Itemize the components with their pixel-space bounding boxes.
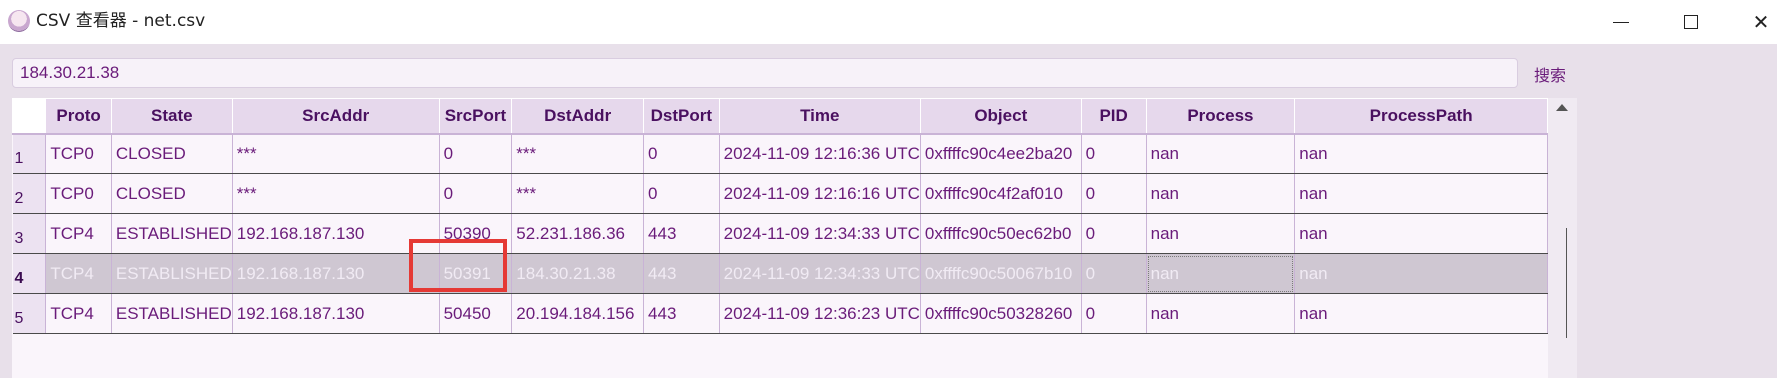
cell-processpath[interactable]: nan	[1294, 213, 1548, 254]
cell-srcaddr[interactable]: 192.168.187.130	[232, 293, 440, 334]
title-bar: CSV 查看器 - net.csv ✕	[0, 0, 1777, 44]
cell-state[interactable]: CLOSED	[111, 133, 233, 174]
row-number[interactable]: 4	[12, 253, 47, 294]
cell-object[interactable]: 0xffffc90c50328260	[920, 293, 1082, 334]
cell-dstaddr[interactable]: 184.30.21.38	[511, 253, 645, 294]
search-input[interactable]	[13, 59, 1517, 87]
column-header-dstport[interactable]: DstPort	[643, 98, 720, 135]
cell-dstport[interactable]: 443	[643, 253, 720, 294]
cell-time[interactable]: 2024-11-09 12:16:16 UTC	[719, 173, 921, 214]
row-number[interactable]: 3	[12, 213, 47, 254]
corner-cell[interactable]	[12, 98, 47, 135]
cell-dstport[interactable]: 0	[643, 133, 720, 174]
cell-object[interactable]: 0xffffc90c4f2af010	[920, 173, 1082, 214]
cell-process[interactable]: nan	[1146, 173, 1296, 214]
cell-srcport[interactable]: 0	[439, 133, 513, 174]
cell-processpath[interactable]: nan	[1294, 253, 1548, 294]
cell-pid[interactable]: 0	[1081, 213, 1147, 254]
table-row[interactable]: 3 TCP4 ESTABLISHED 192.168.187.130 50390 52.2…	[12, 213, 1548, 254]
app-icon	[8, 10, 30, 32]
column-header-object[interactable]: Object	[919, 98, 1082, 135]
cell-dstaddr[interactable]: 20.194.184.156	[511, 293, 645, 334]
cell-dstaddr[interactable]: 52.231.186.36	[511, 213, 645, 254]
row-number[interactable]: 2	[12, 173, 47, 214]
cell-proto[interactable]: TCP4	[45, 213, 112, 254]
search-box[interactable]	[12, 58, 1518, 88]
cell-time[interactable]: 2024-11-09 12:16:36 UTC	[719, 133, 921, 174]
close-button[interactable]: ✕	[1729, 0, 1777, 44]
cell-srcaddr[interactable]: ***	[232, 133, 440, 174]
cell-object[interactable]: 0xffffc90c4ee2ba20	[920, 133, 1082, 174]
cell-dstport[interactable]: 443	[643, 213, 720, 254]
cell-process[interactable]: nan	[1146, 133, 1296, 174]
cell-pid[interactable]: 0	[1081, 293, 1147, 334]
cell-state[interactable]: ESTABLISHED	[111, 293, 233, 334]
row-number[interactable]: 5	[12, 293, 47, 334]
cell-pid[interactable]: 0	[1081, 133, 1147, 174]
cell-pid[interactable]: 0	[1081, 253, 1147, 294]
minimize-button[interactable]	[1589, 0, 1653, 44]
cell-state[interactable]: CLOSED	[111, 173, 233, 214]
column-header-proto[interactable]: Proto	[45, 98, 112, 135]
cell-srcport[interactable]: 0	[439, 173, 513, 214]
cell-proto[interactable]: TCP4	[45, 253, 112, 294]
cell-process[interactable]: nan	[1146, 253, 1296, 294]
close-icon: ✕	[1752, 10, 1770, 34]
cell-proto[interactable]: TCP4	[45, 293, 112, 334]
cell-process[interactable]: nan	[1146, 293, 1296, 334]
cell-time[interactable]: 2024-11-09 12:34:33 UTC	[719, 253, 921, 294]
column-header-processpath[interactable]: ProcessPath	[1294, 98, 1548, 135]
cell-pid[interactable]: 0	[1081, 173, 1147, 214]
cell-dstport[interactable]: 0	[643, 173, 720, 214]
cell-processpath[interactable]: nan	[1294, 173, 1548, 214]
cell-object[interactable]: 0xffffc90c50067b10	[920, 253, 1082, 294]
minimize-icon	[1613, 21, 1629, 23]
scroll-up-icon[interactable]	[1556, 104, 1568, 111]
table-row[interactable]: 1 TCP0 CLOSED *** 0 *** 0 2024-11-09 12:16:36 U…	[12, 133, 1548, 174]
cell-process[interactable]: nan	[1146, 213, 1296, 254]
column-header-srcport[interactable]: SrcPort	[438, 98, 513, 135]
scroll-thumb[interactable]	[1566, 228, 1577, 338]
column-header-process[interactable]: Process	[1145, 98, 1296, 135]
maximize-button[interactable]	[1659, 0, 1723, 44]
window-title: CSV 查看器 - net.csv	[36, 11, 206, 31]
row-number[interactable]: 1	[12, 133, 47, 174]
cell-object[interactable]: 0xffffc90c50ec62b0	[920, 213, 1082, 254]
cell-srcport[interactable]: 50450	[439, 293, 513, 334]
highlight-annotation	[409, 239, 507, 292]
search-button[interactable]: 搜索	[1528, 60, 1572, 88]
cell-processpath[interactable]: nan	[1294, 293, 1548, 334]
column-header-state[interactable]: State	[110, 98, 233, 135]
cell-state[interactable]: ESTABLISHED	[111, 253, 233, 294]
cell-proto[interactable]: TCP0	[45, 173, 112, 214]
column-header-time[interactable]: Time	[718, 98, 921, 135]
cell-state[interactable]: ESTABLISHED	[111, 213, 233, 254]
cell-dstport[interactable]: 443	[643, 293, 720, 334]
maximize-icon	[1684, 15, 1698, 29]
cell-srcaddr[interactable]: ***	[232, 173, 440, 214]
cell-proto[interactable]: TCP0	[45, 133, 112, 174]
cell-time[interactable]: 2024-11-09 12:36:23 UTC	[719, 293, 921, 334]
cell-processpath[interactable]: nan	[1294, 133, 1548, 174]
table-row[interactable]: 2 TCP0 CLOSED *** 0 *** 0 2024-11-09 12:16:16 U…	[12, 173, 1548, 214]
table-row[interactable]: 4 TCP4 ESTABLISHED 192.168.187.130 50391 184.…	[12, 253, 1548, 294]
cell-dstaddr[interactable]: ***	[511, 133, 645, 174]
cell-time[interactable]: 2024-11-09 12:34:33 UTC	[719, 213, 921, 254]
column-header-dstaddr[interactable]: DstAddr	[511, 98, 645, 135]
column-header-srcaddr[interactable]: SrcAddr	[231, 98, 440, 135]
table-row[interactable]: 5 TCP4 ESTABLISHED 192.168.187.130 50450 20.1…	[12, 293, 1548, 334]
column-header-pid[interactable]: PID	[1080, 98, 1147, 135]
data-table: Proto State SrcAddr SrcPort DstAddr DstPort Ti…	[12, 98, 1548, 378]
cell-dstaddr[interactable]: ***	[511, 173, 645, 214]
vertical-scrollbar[interactable]	[1548, 98, 1577, 378]
